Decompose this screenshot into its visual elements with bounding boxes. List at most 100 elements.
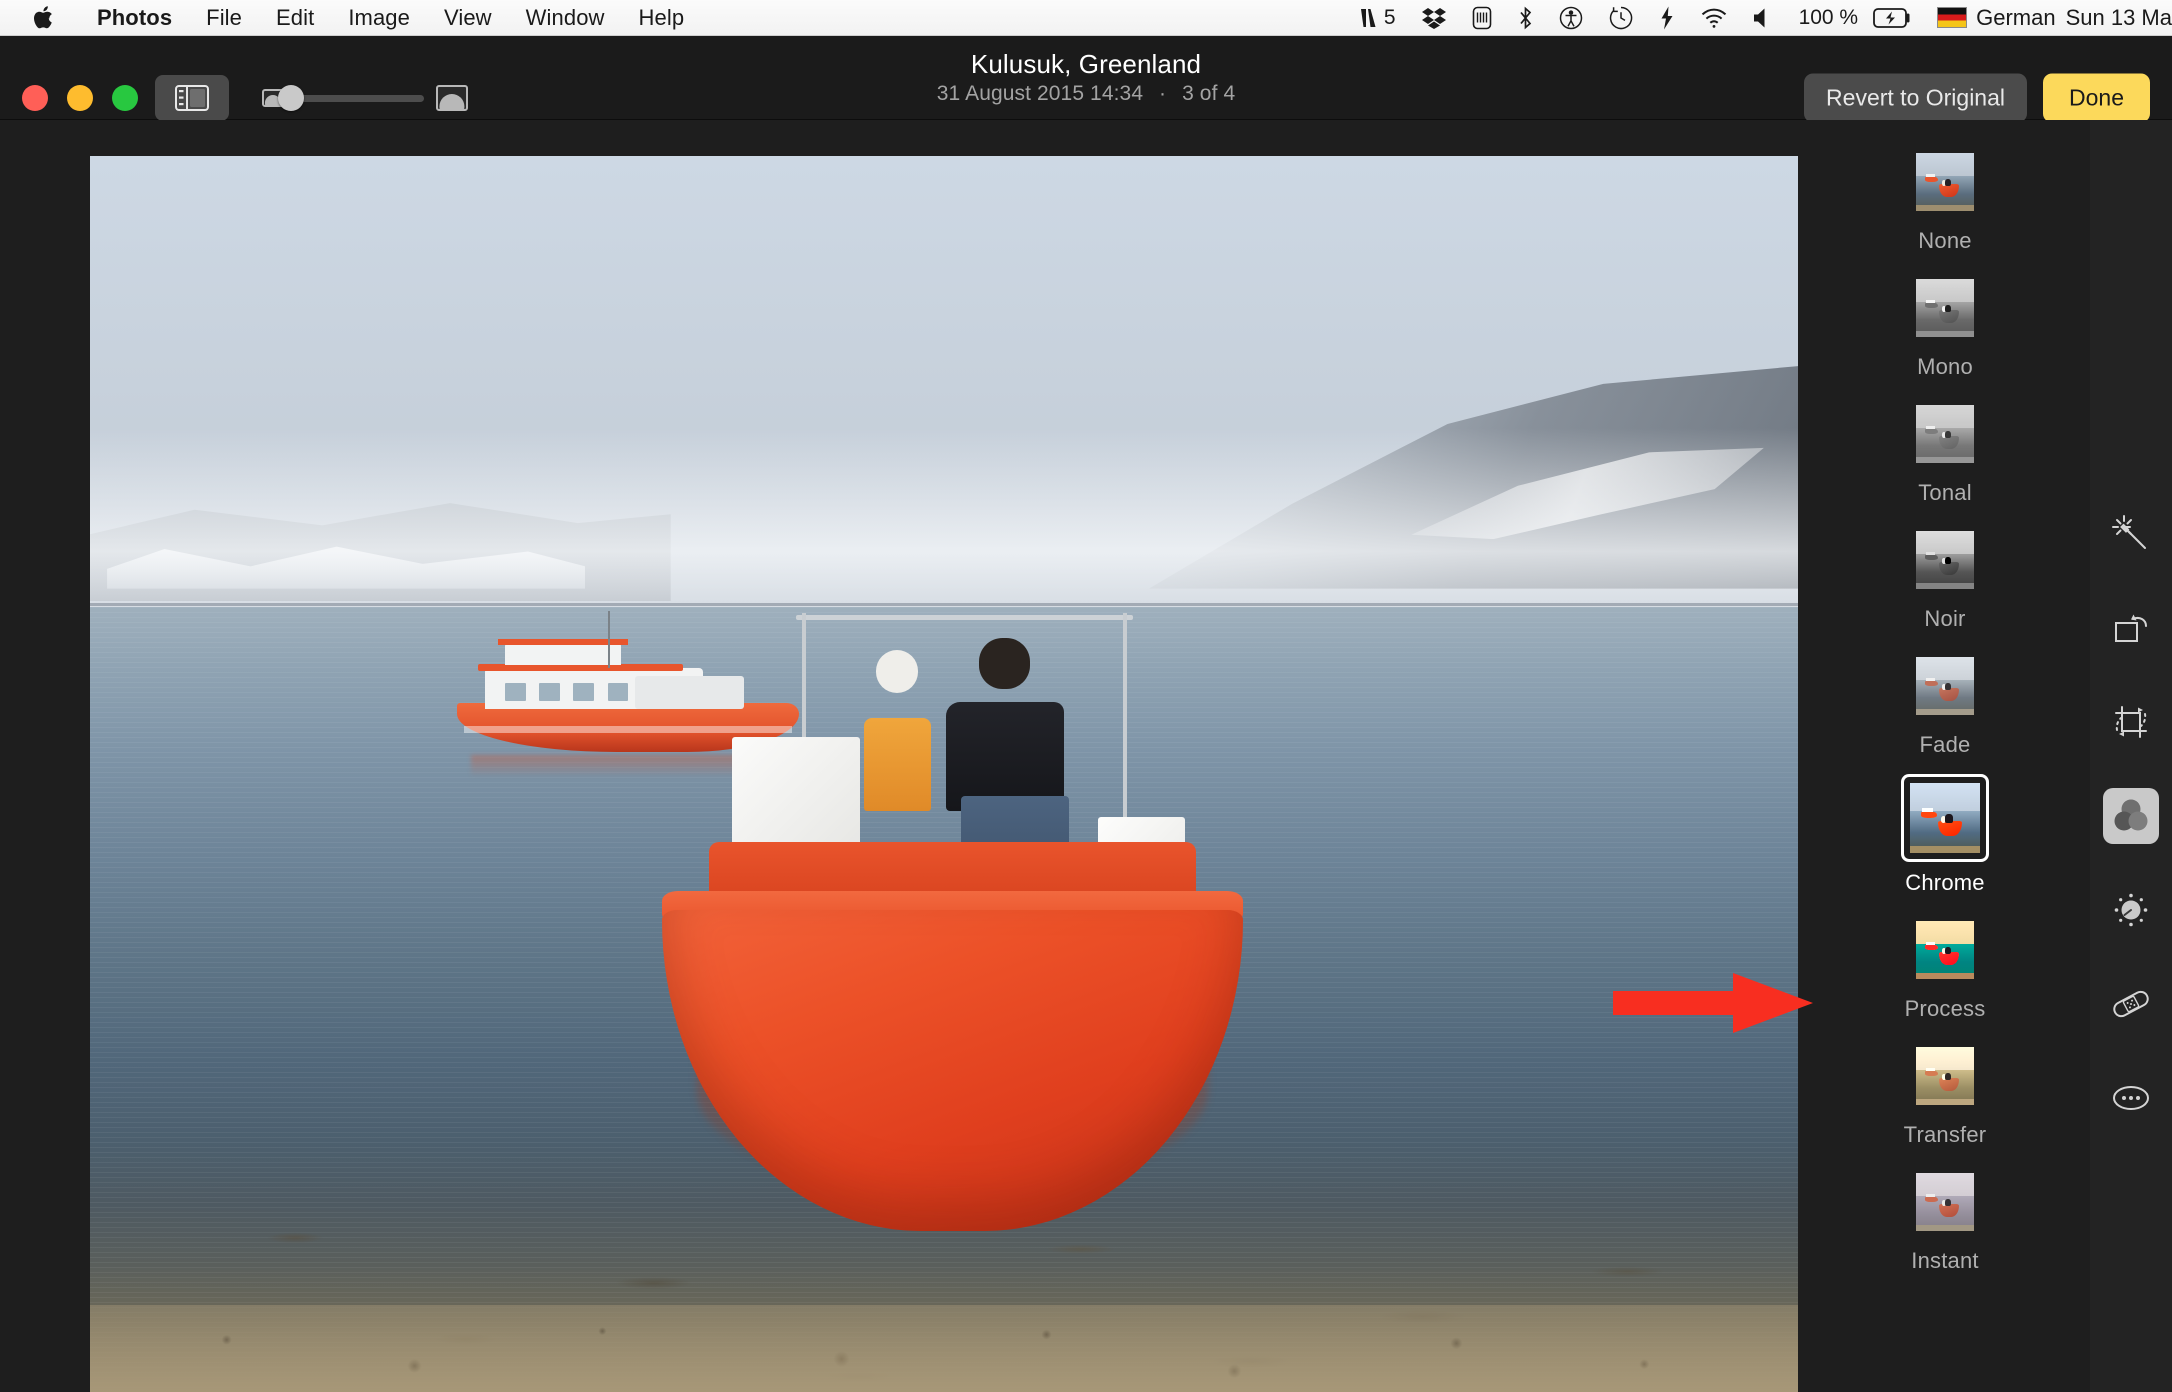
filter-label: Instant [1911, 1248, 1978, 1274]
wifi-icon[interactable] [1688, 0, 1740, 35]
german-flag-icon[interactable]: German [1924, 0, 2055, 35]
filter-list[interactable]: None Mono [1800, 120, 2090, 1392]
window-toolbar: Kulusuk, Greenland 31 August 2015 14:34 … [0, 36, 2172, 120]
large-photo-icon [436, 85, 468, 111]
traffic-lights [22, 85, 138, 111]
apple-logo-icon[interactable] [24, 5, 66, 31]
airmail-icon[interactable]: 5 [1344, 0, 1409, 35]
person-head [876, 650, 918, 692]
keyboard-brightness-icon[interactable] [1459, 0, 1505, 35]
filter-thumbnail-frame [1907, 270, 1983, 346]
filter-thumbnail [1916, 153, 1974, 211]
battery-charging-icon[interactable] [1871, 0, 1924, 35]
flag-graphic [1937, 7, 1967, 28]
edit-tool-rail[interactable] [2090, 120, 2172, 1392]
menu-item-image[interactable]: Image [331, 5, 427, 31]
sidebar-toggle-button[interactable] [155, 75, 229, 121]
filter-thumbnail [1916, 657, 1974, 715]
photo-index: 3 of 4 [1182, 82, 1235, 105]
filter-thumbnail-frame [1907, 912, 1983, 988]
menu-bar: Photos File Edit Image View Window Help … [0, 0, 2172, 36]
crop-icon[interactable] [2103, 694, 2159, 750]
filter-item-transfer[interactable]: Transfer [1875, 1038, 2015, 1148]
done-button[interactable]: Done [2043, 74, 2150, 123]
menu-item-window[interactable]: Window [509, 5, 622, 31]
foreground-boat-canopy-bar [796, 615, 1133, 620]
filter-item-fade[interactable]: Fade [1875, 648, 2015, 758]
zoom-window-button[interactable] [112, 85, 138, 111]
photo-date: 31 August 2015 14:34 [937, 82, 1143, 105]
filter-thumbnail-frame [1907, 396, 1983, 472]
zoom-slider-control[interactable] [262, 85, 468, 111]
battery-percent[interactable]: 100 % [1786, 0, 1872, 35]
accessibility-icon[interactable] [1546, 0, 1596, 35]
filter-item-chrome[interactable]: Chrome [1875, 774, 2015, 896]
photo-canvas[interactable] [90, 156, 1798, 1392]
retouch-bandage-icon[interactable] [2103, 976, 2159, 1032]
filter-label: None [1918, 228, 1971, 254]
volume-icon[interactable] [1740, 0, 1786, 35]
filter-thumbnail [1916, 531, 1974, 589]
dropbox-icon[interactable] [1409, 0, 1459, 35]
filter-thumbnail-frame-selected [1901, 774, 1989, 862]
menu-item-edit[interactable]: Edit [259, 5, 331, 31]
menu-bar-left: Photos File Edit Image View Window Help [0, 5, 701, 31]
filter-thumbnail-frame [1907, 522, 1983, 598]
close-window-button[interactable] [22, 85, 48, 111]
meta-separator: · [1149, 82, 1176, 105]
photos-window: Kulusuk, Greenland 31 August 2015 14:34 … [0, 36, 2172, 1392]
adjust-dial-icon[interactable] [2103, 882, 2159, 938]
filter-item-tonal[interactable]: Tonal [1875, 396, 2015, 506]
foreground-boat-hull [662, 910, 1243, 1231]
background-boat-window [505, 683, 525, 701]
toolbar-actions: Revert to Original Done [1804, 74, 2150, 123]
minimize-window-button[interactable] [67, 85, 93, 111]
menu-bar-status-area: 5 [1344, 0, 2172, 35]
zoom-slider-track[interactable] [296, 95, 424, 102]
filter-label: Process [1905, 996, 1986, 1022]
background-boat-window [573, 683, 593, 701]
filter-item-instant[interactable]: Instant [1875, 1164, 2015, 1274]
filter-label: Fade [1920, 732, 1971, 758]
menu-item-file[interactable]: File [189, 5, 259, 31]
filter-item-none[interactable]: None [1875, 144, 2015, 254]
filters-icon[interactable] [2103, 788, 2159, 844]
filter-label-selected: Chrome [1905, 870, 1984, 896]
airmail-count: 5 [1379, 6, 1396, 30]
bluetooth-icon[interactable] [1505, 0, 1546, 35]
filter-item-mono[interactable]: Mono [1875, 270, 2015, 380]
rotate-icon[interactable] [2103, 600, 2159, 656]
photo-horizon [90, 603, 1798, 606]
filter-label: Mono [1917, 354, 1973, 380]
revert-to-original-button[interactable]: Revert to Original [1804, 74, 2027, 123]
flux-icon[interactable] [1646, 0, 1688, 35]
time-machine-icon[interactable] [1596, 0, 1646, 35]
more-ellipsis-icon[interactable] [2103, 1070, 2159, 1126]
filter-item-process[interactable]: Process [1875, 912, 2015, 1022]
background-boat-wheelhouse [505, 643, 621, 665]
filter-thumbnail-frame [1907, 144, 1983, 220]
filter-thumbnail [1916, 921, 1974, 979]
filter-thumbnail [1916, 1173, 1974, 1231]
background-boat-window [539, 683, 559, 701]
filter-thumbnail-frame [1907, 1038, 1983, 1114]
person-head [979, 638, 1030, 689]
menu-bar-clock[interactable]: Sun 13 Ma [2056, 0, 2172, 35]
filter-item-noir[interactable]: Noir [1875, 522, 2015, 632]
enhance-wand-icon[interactable] [2103, 506, 2159, 562]
filter-label: Transfer [1904, 1122, 1987, 1148]
filter-label: Noir [1924, 606, 1965, 632]
filter-thumbnail-frame [1907, 648, 1983, 724]
zoom-slider-knob[interactable] [278, 85, 304, 111]
filter-thumbnail [1916, 405, 1974, 463]
menu-item-view[interactable]: View [427, 5, 509, 31]
menu-item-photos[interactable]: Photos [80, 5, 189, 31]
filter-label: Tonal [1918, 480, 1972, 506]
language-label: German [1967, 5, 2055, 31]
photo-shore [90, 1305, 1798, 1392]
person-torso [946, 702, 1064, 811]
menu-item-help[interactable]: Help [622, 5, 702, 31]
filter-thumbnail [1916, 1047, 1974, 1105]
background-boat-mast [608, 611, 610, 668]
background-boat-window [608, 683, 628, 701]
